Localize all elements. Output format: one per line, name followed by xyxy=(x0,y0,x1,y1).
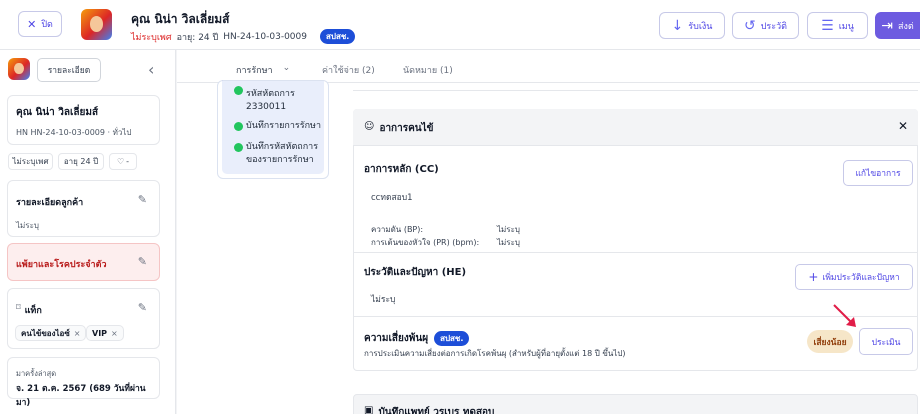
tab-treatment[interactable]: การรักษา ⌄ xyxy=(236,63,290,77)
step-done-icon xyxy=(234,143,243,152)
tag-chip: VIP × xyxy=(86,325,124,341)
he-value: ไม่ระบุ xyxy=(371,295,396,305)
note-icon: ▣ xyxy=(364,405,374,414)
top-header: ✕ ปิด คุณ นิน่า วิลเลี่ยมส์ ไม่ระบุเพศ อ… xyxy=(0,0,920,50)
last-visit-label: มาครั้งล่าสุด xyxy=(16,369,57,378)
plus-icon: + xyxy=(808,270,819,284)
symptoms-title-label: อาการคนไข้ xyxy=(379,123,434,134)
symptoms-title: ☺ อาการคนไข้ xyxy=(364,121,434,136)
cc-title: อาการหลัก (CC) xyxy=(364,164,439,175)
step-done-icon xyxy=(234,86,243,95)
allergy-title: แพ้ยาและโรคประจำตัว xyxy=(16,260,107,270)
add-history-label: เพิ่มประวัติและปัญหา xyxy=(822,273,900,283)
receive-money-button[interactable]: ↓ รับเงิน xyxy=(659,12,725,39)
customer-detail-value: ไม่ระบุ xyxy=(16,221,39,230)
fall-risk-description: การประเมินความเสี่ยงต่อการเกิดโรคพ้นผุ (… xyxy=(364,349,626,358)
patient-gender: ไม่ระบุเพศ xyxy=(131,32,172,43)
step-code-label: รหัสหัตถการ xyxy=(246,89,295,99)
send-label: ส่งต่ xyxy=(898,21,914,32)
step-record-code-2: ของรายการรักษา xyxy=(246,155,314,165)
close-panel-icon[interactable]: ✕ xyxy=(898,119,908,133)
patient-hn: HN-24-10-03-0009 xyxy=(223,31,307,42)
tags-header: ⌑ แท็ก xyxy=(16,303,42,317)
add-history-button[interactable]: + เพิ่มประวัติและปัญหา xyxy=(795,264,913,290)
menu-button[interactable]: ☰ เมนู xyxy=(807,12,868,39)
doctor-note-title-label: บันทึกแพทย์ วรเบร ทดสอบ xyxy=(378,407,495,414)
step-done-icon xyxy=(234,122,243,131)
fall-risk-title: ความเสี่ยงพ้นผุ สปสช. xyxy=(364,331,470,346)
remove-tag-icon[interactable]: × xyxy=(74,329,81,338)
history-button[interactable]: ↺ ประวัติ xyxy=(732,12,799,39)
patient-name: คุณ นิน่า วิลเลี่ยมส์ xyxy=(131,12,230,26)
smile-icon: ☺ xyxy=(364,121,375,132)
tab-treatment-label: การรักษา xyxy=(236,66,273,76)
bp-label: ความดัน (BP): xyxy=(371,225,424,234)
coverage-badge: สปสช. xyxy=(319,29,356,44)
chevron-down-icon: ⌄ xyxy=(282,63,291,73)
send-icon: ⇥ xyxy=(881,17,893,34)
pr-label: การเต้นของหัวใจ (PR) (bpm): xyxy=(371,238,480,247)
assess-button[interactable]: ประเมิน xyxy=(859,328,913,355)
annotation-arrow-icon xyxy=(833,304,856,327)
step-record-code-1: บันทึกรหัสหัตถการ xyxy=(246,142,319,152)
tag-icon: ⌑ xyxy=(16,303,21,313)
gender-chip: ไม่ระบุเพศ xyxy=(8,153,53,170)
step-record-treatment: บันทึกรายการรักษา xyxy=(246,121,322,131)
sidebar-avatar xyxy=(8,58,30,80)
he-title: ประวัติและปัญหา (HE) xyxy=(364,267,467,278)
panel-top-edge xyxy=(353,90,918,91)
avatar xyxy=(81,9,112,40)
cc-value: ccทดสอบ1 xyxy=(371,193,413,203)
chevron-left-icon[interactable]: ‹ xyxy=(148,60,154,79)
bp-value: ไม่ระบุ xyxy=(497,225,520,234)
close-label: ปิด xyxy=(41,20,53,30)
tag-chip: คนไข้ของไอซ์ × xyxy=(15,325,87,341)
patient-age: อายุ: 24 ปี xyxy=(176,32,219,43)
tag-label: คนไข้ของไอซ์ xyxy=(21,328,70,338)
history-label: ประวัติ xyxy=(760,21,787,32)
heart-icon: ♡ xyxy=(116,157,125,166)
close-icon: ✕ xyxy=(27,17,37,31)
tags-title: แท็ก xyxy=(24,306,42,316)
symptoms-panel-header xyxy=(353,109,918,146)
patient-name-card: คุณ นิน่า วิลเลี่ยมส์ HN HN-24-10-03-000… xyxy=(7,95,160,145)
age-chip: อายุ 24 ปี xyxy=(58,153,104,170)
risk-level-badge: เสี่ยงน้อย xyxy=(807,330,853,353)
tag-label: VIP xyxy=(92,328,108,338)
remove-tag-icon[interactable]: × xyxy=(111,329,118,338)
tab-expenses[interactable]: ค่าใช้จ่าย (2) xyxy=(322,63,375,77)
close-button[interactable]: ✕ ปิด xyxy=(18,11,62,37)
customer-detail-title: รายละเอียดลูกค้า xyxy=(16,198,84,208)
sidebar-patient-name: คุณ นิน่า วิลเลี่ยมส์ xyxy=(16,107,99,118)
patient-meta: ไม่ระบุเพศ อายุ: 24 ปี HN-24-10-03-0009 … xyxy=(131,29,356,44)
menu-label: เมนู xyxy=(838,21,854,32)
send-button[interactable]: ⇥ ส่งต่ xyxy=(875,12,920,39)
customer-detail-card: รายละเอียดลูกค้า ✎ ไม่ระบุ xyxy=(7,180,160,237)
sidebar-hn: HN HN-24-10-03-0009 · ทั่วไป xyxy=(16,128,132,137)
detail-button[interactable]: รายละเอียด xyxy=(37,58,101,82)
last-visit-card: มาครั้งล่าสุด จ. 21 ต.ค. 2567 (689 วันที… xyxy=(7,357,160,408)
edit-icon[interactable]: ✎ xyxy=(138,193,147,206)
last-visit-value: จ. 21 ต.ค. 2567 (689 วันที่ผ่านมา) xyxy=(16,384,146,408)
fall-risk-title-label: ความเสี่ยงพ้นผุ xyxy=(364,333,429,344)
step-code-value: 2330011 xyxy=(246,102,287,112)
arrow-down-icon: ↓ xyxy=(671,17,684,34)
heart-chip: ♡ - xyxy=(109,153,137,170)
pr-value: ไม่ระบุ xyxy=(497,238,520,247)
edit-symptoms-button[interactable]: แก้ไขอาการ xyxy=(843,160,913,186)
edit-icon[interactable]: ✎ xyxy=(138,301,147,314)
allergy-card: แพ้ยาและโรคประจำตัว ✎ xyxy=(7,243,160,281)
history-icon: ↺ xyxy=(743,17,756,34)
heart-value: - xyxy=(126,157,130,166)
doctor-note-title: ▣ บันทึกแพทย์ วรเบร ทดสอบ xyxy=(364,405,494,414)
menu-icon: ☰ xyxy=(821,17,834,34)
section-divider xyxy=(354,252,917,253)
receive-money-label: รับเงิน xyxy=(688,21,713,32)
fall-risk-badge: สปสช. xyxy=(434,331,470,346)
edit-icon[interactable]: ✎ xyxy=(138,255,147,268)
tab-appointments[interactable]: นัดหมาย (1) xyxy=(403,63,453,77)
